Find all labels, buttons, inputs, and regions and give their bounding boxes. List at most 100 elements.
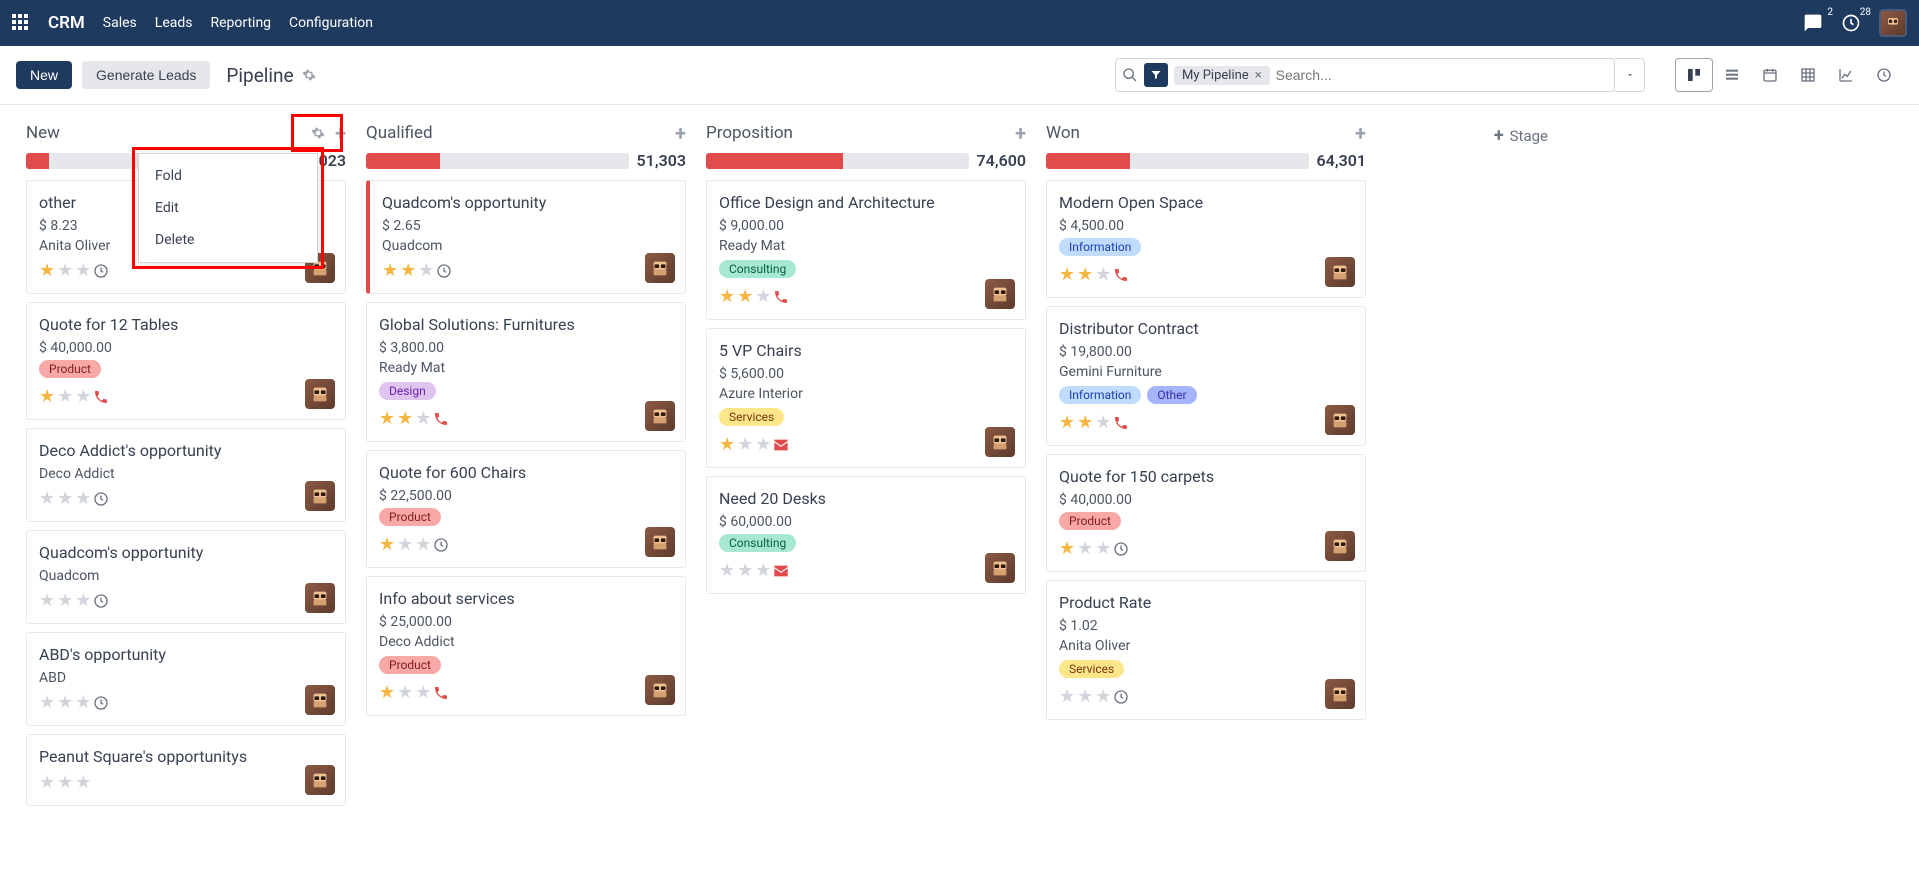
clock-icon[interactable] — [1113, 541, 1129, 557]
card-avatar[interactable] — [305, 481, 335, 511]
star-icon[interactable]: ★ — [39, 772, 55, 793]
card-avatar[interactable] — [1325, 531, 1355, 561]
phone-icon[interactable] — [1113, 415, 1129, 431]
star-icon[interactable]: ★ — [57, 590, 73, 611]
tag[interactable]: Consulting — [719, 534, 796, 552]
star-icon[interactable]: ★ — [1059, 264, 1075, 285]
nav-leads[interactable]: Leads — [155, 15, 193, 31]
card-avatar[interactable] — [645, 675, 675, 705]
column-add-icon[interactable]: + — [1355, 121, 1366, 145]
mail-icon[interactable] — [773, 563, 789, 579]
kanban-card[interactable]: Global Solutions: Furnitures$ 3,800.00Re… — [366, 302, 686, 442]
phone-icon[interactable] — [433, 411, 449, 427]
nav-configuration[interactable]: Configuration — [289, 15, 373, 31]
phone-icon[interactable] — [1113, 267, 1129, 283]
star-icon[interactable]: ★ — [418, 260, 434, 281]
kanban-card[interactable]: Need 20 Desks$ 60,000.00Consulting★★★ — [706, 476, 1026, 594]
star-icon[interactable]: ★ — [39, 692, 55, 713]
card-avatar[interactable] — [645, 401, 675, 431]
star-icon[interactable]: ★ — [1059, 538, 1075, 559]
kanban-card[interactable]: Quote for 150 carpets$ 40,000.00Product★… — [1046, 454, 1366, 572]
star-icon[interactable]: ★ — [39, 386, 55, 407]
column-add-icon[interactable]: + — [675, 121, 686, 145]
star-icon[interactable]: ★ — [1077, 538, 1093, 559]
card-avatar[interactable] — [645, 527, 675, 557]
kanban-card[interactable]: Peanut Square's opportunitys★★★ — [26, 734, 346, 806]
kanban-card[interactable]: Distributor Contract$ 19,800.00Gemini Fu… — [1046, 306, 1366, 446]
star-icon[interactable]: ★ — [737, 434, 753, 455]
column-add-icon[interactable]: + — [335, 121, 346, 145]
card-avatar[interactable] — [985, 279, 1015, 309]
star-icon[interactable]: ★ — [1095, 412, 1111, 433]
column-add-icon[interactable]: + — [1015, 121, 1026, 145]
star-icon[interactable]: ★ — [379, 534, 395, 555]
kanban-card[interactable]: Modern Open Space$ 4,500.00Information★★… — [1046, 180, 1366, 298]
star-icon[interactable]: ★ — [755, 434, 771, 455]
star-icon[interactable]: ★ — [382, 260, 398, 281]
tag[interactable]: Services — [719, 408, 784, 426]
page-settings-icon[interactable] — [302, 68, 316, 82]
kanban-card[interactable]: Product Rate$ 1.02Anita OliverServices★★… — [1046, 580, 1366, 720]
view-pivot-button[interactable] — [1789, 58, 1827, 92]
clock-icon[interactable] — [93, 593, 109, 609]
star-icon[interactable]: ★ — [737, 286, 753, 307]
star-icon[interactable]: ★ — [1095, 686, 1111, 707]
card-avatar[interactable] — [305, 583, 335, 613]
star-icon[interactable]: ★ — [39, 260, 55, 281]
star-icon[interactable]: ★ — [57, 772, 73, 793]
star-icon[interactable]: ★ — [400, 260, 416, 281]
card-avatar[interactable] — [305, 379, 335, 409]
tag[interactable]: Product — [379, 508, 441, 526]
kanban-card[interactable]: Quote for 600 Chairs$ 22,500.00Product★★… — [366, 450, 686, 568]
view-activity-button[interactable] — [1865, 58, 1903, 92]
apps-icon[interactable] — [12, 14, 30, 32]
view-graph-button[interactable] — [1827, 58, 1865, 92]
nav-sales[interactable]: Sales — [103, 15, 137, 31]
tag[interactable]: Product — [379, 656, 441, 674]
column-progress-bar[interactable] — [366, 153, 629, 169]
star-icon[interactable]: ★ — [75, 386, 91, 407]
phone-icon[interactable] — [433, 685, 449, 701]
search-icon[interactable] — [1122, 67, 1138, 83]
kanban-card[interactable]: Office Design and Architecture$ 9,000.00… — [706, 180, 1026, 320]
star-icon[interactable]: ★ — [39, 488, 55, 509]
clock-icon[interactable] — [436, 263, 452, 279]
star-icon[interactable]: ★ — [1059, 686, 1075, 707]
generate-leads-button[interactable]: Generate Leads — [82, 61, 210, 89]
star-icon[interactable]: ★ — [39, 590, 55, 611]
card-avatar[interactable] — [305, 765, 335, 795]
star-icon[interactable]: ★ — [719, 434, 735, 455]
star-icon[interactable]: ★ — [1095, 538, 1111, 559]
view-list-button[interactable] — [1713, 58, 1751, 92]
search-input[interactable] — [1276, 67, 1608, 83]
filter-icon[interactable] — [1144, 63, 1168, 87]
star-icon[interactable]: ★ — [397, 682, 413, 703]
user-avatar[interactable] — [1879, 9, 1907, 37]
tag[interactable]: Design — [379, 382, 436, 400]
dropdown-item[interactable]: Delete — [139, 224, 317, 256]
star-icon[interactable]: ★ — [415, 682, 431, 703]
add-stage-button[interactable]: +Stage — [1386, 121, 1556, 150]
card-avatar[interactable] — [1325, 405, 1355, 435]
clock-icon[interactable] — [93, 263, 109, 279]
tag[interactable]: Product — [39, 360, 101, 378]
column-progress-bar[interactable] — [706, 153, 969, 169]
clock-icon[interactable] — [93, 695, 109, 711]
star-icon[interactable]: ★ — [1077, 686, 1093, 707]
kanban-card[interactable]: Info about services$ 25,000.00Deco Addic… — [366, 576, 686, 716]
clock-icon[interactable] — [1113, 689, 1129, 705]
star-icon[interactable]: ★ — [719, 560, 735, 581]
star-icon[interactable]: ★ — [379, 682, 395, 703]
star-icon[interactable]: ★ — [415, 534, 431, 555]
phone-icon[interactable] — [773, 289, 789, 305]
phone-icon[interactable] — [93, 389, 109, 405]
kanban-card[interactable]: Deco Addict's opportunityDeco Addict★★★ — [26, 428, 346, 522]
column-settings-icon[interactable] — [311, 126, 325, 140]
tag[interactable]: Information — [1059, 238, 1141, 256]
dropdown-item[interactable]: Edit — [139, 192, 317, 224]
card-avatar[interactable] — [1325, 679, 1355, 709]
star-icon[interactable]: ★ — [1059, 412, 1075, 433]
view-kanban-button[interactable] — [1675, 58, 1713, 92]
star-icon[interactable]: ★ — [75, 692, 91, 713]
filter-chip-remove-icon[interactable]: × — [1255, 68, 1262, 83]
